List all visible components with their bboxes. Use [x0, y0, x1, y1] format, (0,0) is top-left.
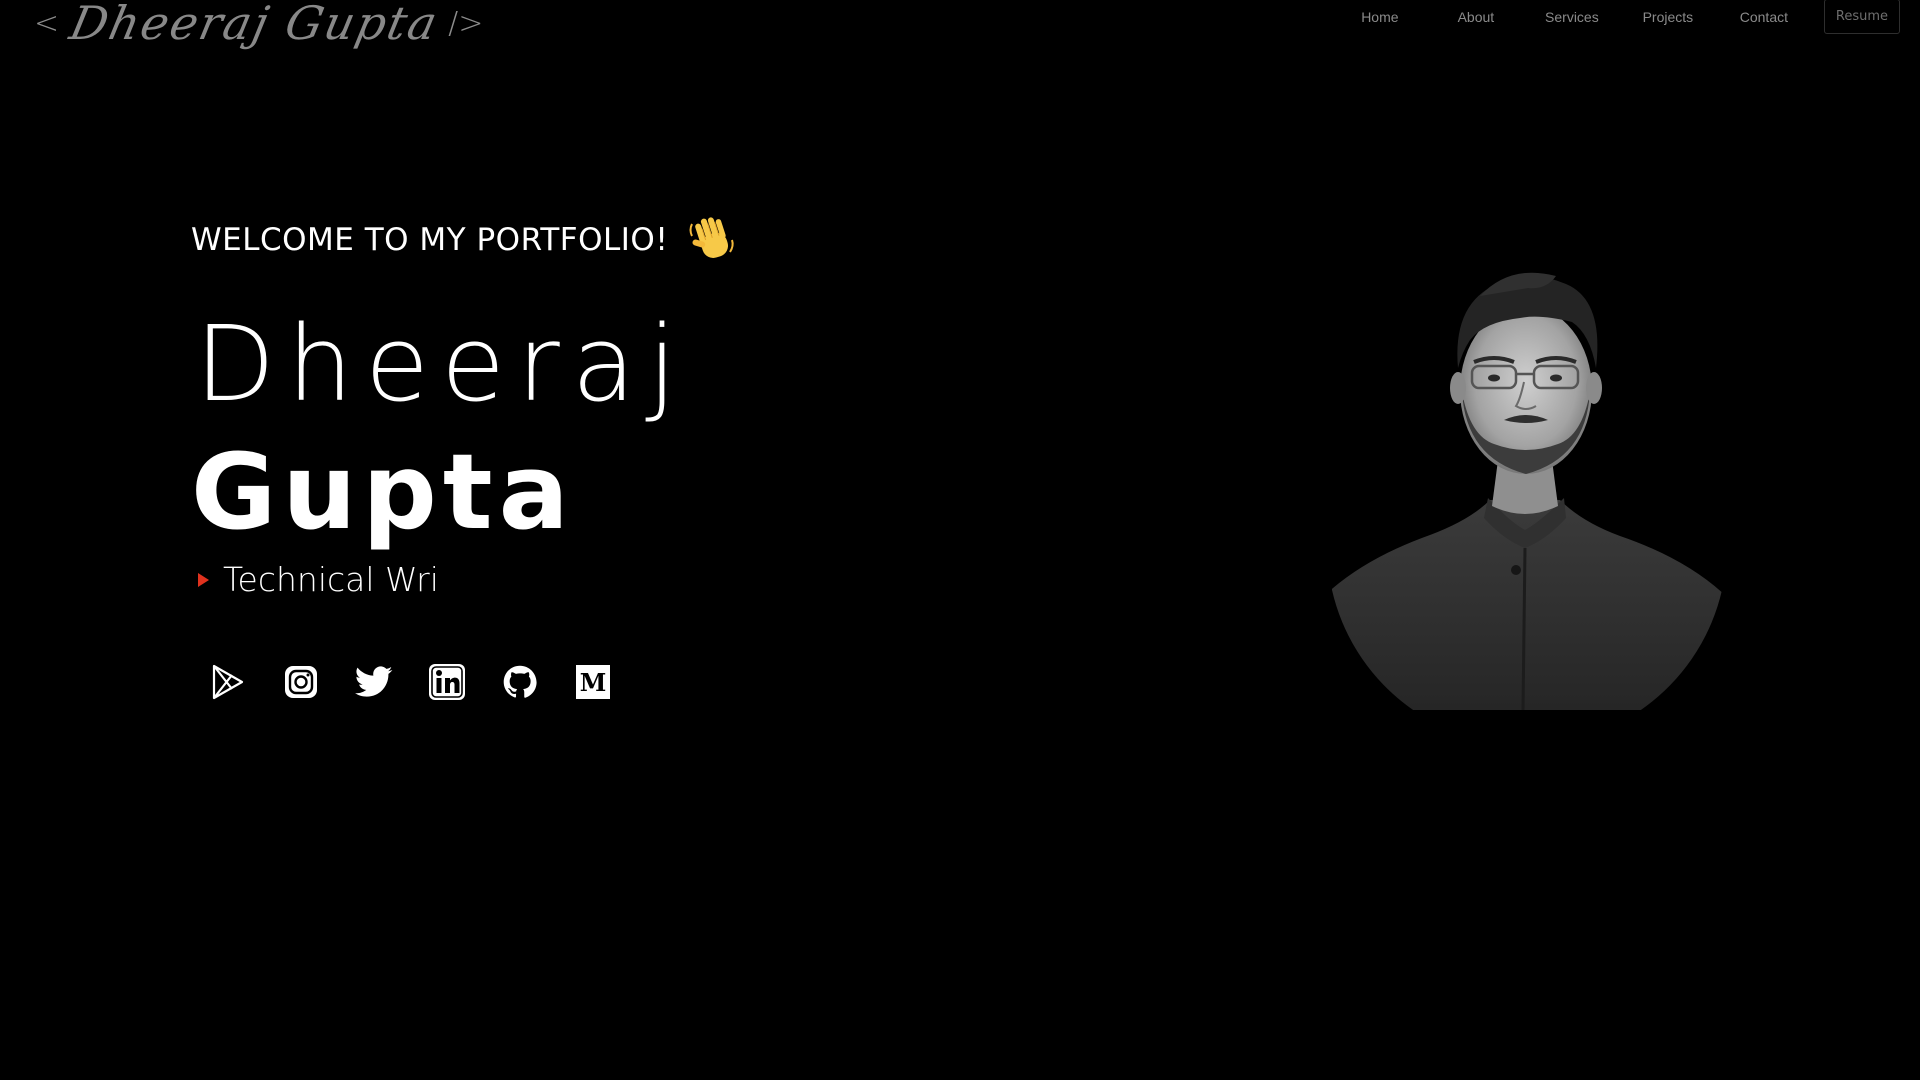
twitter-icon[interactable]	[354, 662, 394, 702]
caret-right-icon	[198, 572, 209, 587]
logo-open-bracket: <	[34, 5, 60, 41]
role-line: Technical Wri	[198, 560, 439, 599]
linkedin-icon[interactable]	[427, 662, 467, 702]
nav-services[interactable]: Services	[1524, 9, 1620, 25]
first-name: Dheeraj	[195, 303, 689, 425]
logo-signature: Dheeraj Gupta	[65, 0, 444, 50]
logo[interactable]: < Dheeraj Gupta />	[34, 0, 483, 60]
medium-icon[interactable]: M	[573, 662, 613, 702]
waving-hand-icon	[686, 214, 738, 266]
svg-text:M: M	[580, 668, 607, 697]
role-typed-text: Technical Wri	[223, 560, 439, 599]
logo-close-bracket: />	[448, 5, 484, 41]
resume-button[interactable]: Resume	[1823, 0, 1900, 34]
last-name: Gupta	[191, 431, 575, 553]
profile-photo	[1320, 260, 1730, 711]
nav-home[interactable]: Home	[1332, 9, 1428, 25]
page: < Dheeraj Gupta /> Home About Services P…	[0, 0, 1920, 1080]
instagram-icon[interactable]	[281, 662, 321, 702]
github-icon[interactable]	[500, 662, 540, 702]
nav-projects[interactable]: Projects	[1620, 9, 1716, 25]
nav-about[interactable]: About	[1428, 9, 1524, 25]
google-play-icon[interactable]	[208, 662, 248, 702]
top-nav: Home About Services Projects Contact Res…	[1332, 0, 1920, 34]
social-links: M	[208, 662, 646, 702]
welcome-text: WELCOME TO MY PORTFOLIO!	[191, 222, 669, 258]
welcome-heading: WELCOME TO MY PORTFOLIO!	[191, 214, 738, 266]
nav-contact[interactable]: Contact	[1716, 9, 1812, 25]
